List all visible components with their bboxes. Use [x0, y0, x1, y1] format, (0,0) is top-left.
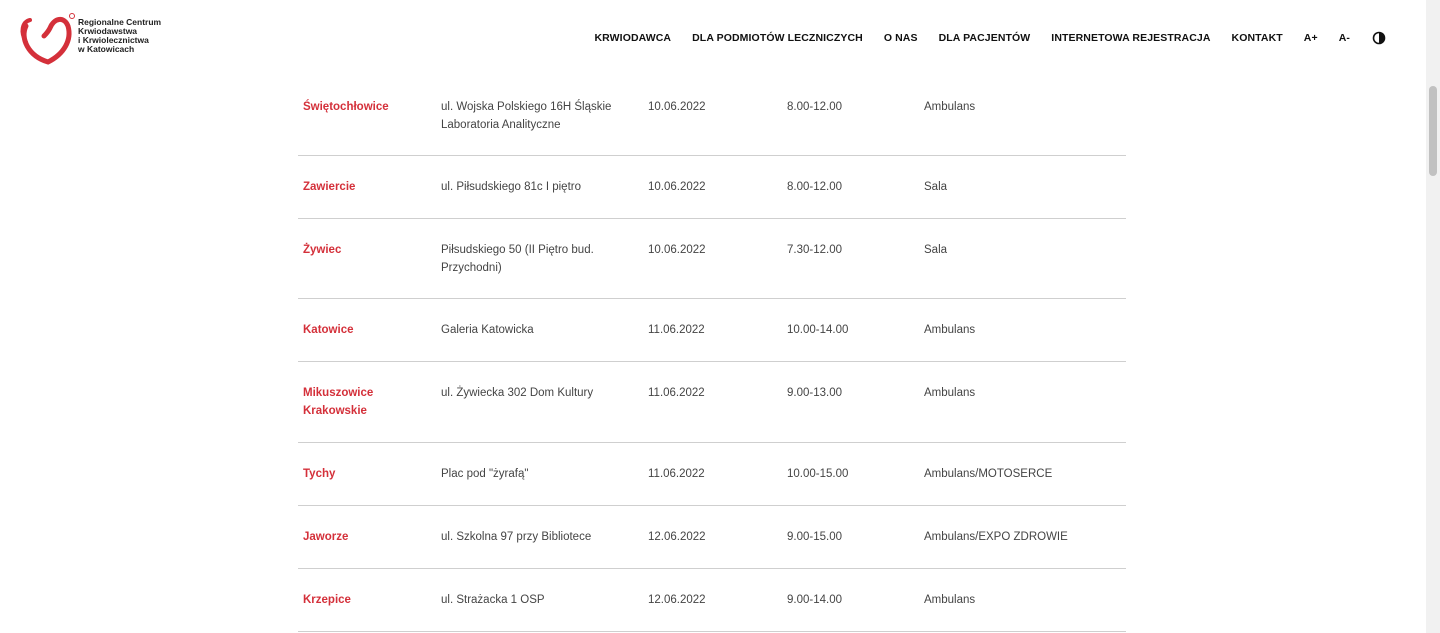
- city-cell: Krzepice: [303, 594, 351, 606]
- date-cell: 12.06.2022: [648, 531, 706, 543]
- main-nav: KRWIODAWCA DLA PODMIOTÓW LECZNICZYCH O N…: [594, 31, 1386, 45]
- collection-schedule-table: Świętochłowice ul. Wojska Polskiego 16H …: [298, 80, 1126, 632]
- place-cell: Sala: [924, 181, 948, 193]
- table-row: Zawiercie ul. Piłsudskiego 81c I piętro …: [298, 156, 1126, 219]
- table-row: Krzepice ul. Strażacka 1 OSP 12.06.2022 …: [298, 569, 1126, 632]
- page-scrollbar[interactable]: [1426, 0, 1440, 633]
- city-cell: Mikuszowice Krakowskie: [303, 387, 374, 417]
- date-cell: 10.06.2022: [648, 181, 706, 193]
- address-cell: ul. Wojska Polskiego 16H Śląskie Laborat…: [441, 101, 612, 131]
- address-cell: Piłsudskiego 50 (II Piętro bud. Przychod…: [441, 244, 594, 274]
- place-cell: Ambulans: [924, 387, 976, 399]
- time-cell: 10.00-15.00: [787, 468, 849, 480]
- nav-item-rejestracja[interactable]: INTERNETOWA REJESTRACJA: [1051, 32, 1210, 44]
- font-increase-button[interactable]: A+: [1304, 32, 1318, 44]
- contrast-icon[interactable]: [1372, 31, 1386, 45]
- date-cell: 10.06.2022: [648, 101, 706, 113]
- date-cell: 10.06.2022: [648, 244, 706, 256]
- time-cell: 9.00-13.00: [787, 387, 842, 399]
- address-cell: ul. Szkolna 97 przy Bibliotece: [441, 531, 592, 543]
- address-cell: ul. Strażacka 1 OSP: [441, 594, 545, 606]
- city-cell: Zawiercie: [303, 181, 356, 193]
- nav-item-dla-podmiotow[interactable]: DLA PODMIOTÓW LECZNICZYCH: [692, 32, 863, 44]
- time-cell: 9.00-14.00: [787, 594, 842, 606]
- place-cell: Ambulans: [924, 594, 976, 606]
- table-row: Mikuszowice Krakowskie ul. Żywiecka 302 …: [298, 362, 1126, 443]
- place-cell: Ambulans: [924, 324, 976, 336]
- date-cell: 11.06.2022: [648, 324, 705, 336]
- city-cell: Tychy: [303, 468, 336, 480]
- address-cell: Galeria Katowicka: [441, 324, 534, 336]
- nav-item-kontakt[interactable]: KONTAKT: [1232, 32, 1283, 44]
- nav-item-o-nas[interactable]: O NAS: [884, 32, 918, 44]
- place-cell: Sala: [924, 244, 948, 256]
- address-cell: Plac pod "żyrafą": [441, 468, 529, 480]
- address-cell: ul. Piłsudskiego 81c I piętro: [441, 181, 581, 193]
- city-cell: Żywiec: [303, 244, 342, 256]
- nav-item-dla-pacjentow[interactable]: DLA PACJENTÓW: [939, 32, 1031, 44]
- place-cell: Ambulans/EXPO ZDROWIE: [924, 531, 1068, 543]
- date-cell: 11.06.2022: [648, 468, 705, 480]
- nav-item-krwiodawca[interactable]: KRWIODAWCA: [594, 32, 671, 44]
- time-cell: 8.00-12.00: [787, 101, 842, 113]
- address-cell: ul. Żywiecka 302 Dom Kultury: [441, 387, 594, 399]
- table-row: Tychy Plac pod "żyrafą" 11.06.2022 10.00…: [298, 443, 1126, 506]
- city-cell: Katowice: [303, 324, 354, 336]
- city-cell: Świętochłowice: [303, 101, 389, 113]
- logo-line: w Katowicach: [78, 44, 135, 54]
- site-header: Regionalne Centrum Krwiodawstwa i Krwiol…: [0, 0, 1426, 80]
- scrollbar-thumb[interactable]: [1429, 86, 1437, 176]
- table-row: Katowice Galeria Katowicka 11.06.2022 10…: [298, 299, 1126, 362]
- time-cell: 8.00-12.00: [787, 181, 842, 193]
- site-logo[interactable]: Regionalne Centrum Krwiodawstwa i Krwiol…: [18, 12, 198, 68]
- time-cell: 9.00-15.00: [787, 531, 842, 543]
- city-cell: Jaworze: [303, 531, 349, 543]
- date-cell: 12.06.2022: [648, 594, 706, 606]
- heart-logo-icon: [20, 13, 75, 65]
- table-row: Jaworze ul. Szkolna 97 przy Bibliotece 1…: [298, 506, 1126, 569]
- table-row: Żywiec Piłsudskiego 50 (II Piętro bud. P…: [298, 219, 1126, 299]
- date-cell: 11.06.2022: [648, 387, 705, 399]
- place-cell: Ambulans: [924, 101, 976, 113]
- table-row: Świętochłowice ul. Wojska Polskiego 16H …: [298, 80, 1126, 156]
- logo-text: Regionalne Centrum Krwiodawstwa i Krwiol…: [78, 18, 161, 54]
- font-decrease-button[interactable]: A-: [1339, 32, 1350, 44]
- time-cell: 10.00-14.00: [787, 324, 849, 336]
- place-cell: Ambulans/MOTOSERCE: [924, 468, 1053, 480]
- time-cell: 7.30-12.00: [787, 244, 842, 256]
